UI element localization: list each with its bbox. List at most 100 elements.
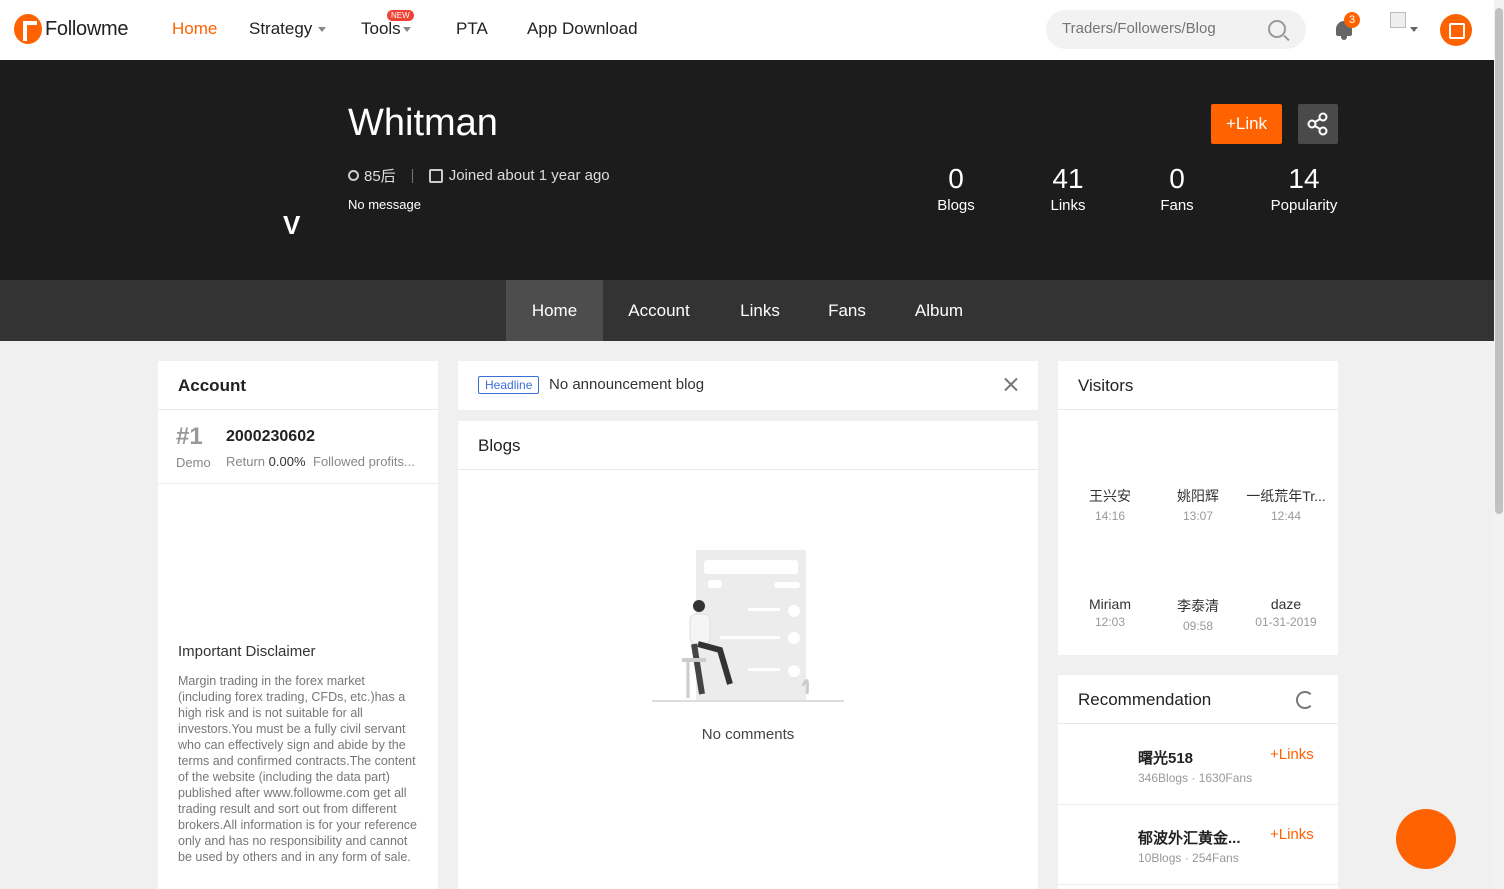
headline-text: No announcement blog (549, 376, 705, 393)
recommendation-name[interactable]: 曙光518 (1138, 747, 1193, 768)
recommendation-card: Recommendation 曙光518 346Blogs · 1630Fans… (1058, 675, 1338, 889)
add-link-button[interactable]: +Links (1270, 746, 1314, 763)
profile-name: Whitman (348, 102, 498, 144)
recommendation-item[interactable]: 曙光518 346Blogs · 1630Fans +Links (1058, 725, 1338, 805)
visitor-time: 12:44 (1270, 509, 1302, 523)
close-icon[interactable] (1004, 377, 1018, 391)
empty-state-illustration (652, 550, 844, 702)
nav-home[interactable]: Home (172, 19, 217, 39)
account-return: Return 0.00% (226, 454, 306, 469)
visitor-time: 14:16 (1094, 509, 1126, 523)
empty-state-text: No comments (701, 726, 795, 743)
tab-links[interactable]: Links (725, 280, 795, 341)
chevron-down-icon[interactable] (1410, 27, 1418, 32)
stat-links-value: 41 (1052, 163, 1084, 194)
add-link-button[interactable]: +Links (1270, 826, 1314, 843)
stat-links-label: Links (1050, 197, 1086, 214)
logo-text: Followme (45, 17, 129, 40)
new-badge: NEW (387, 10, 414, 21)
chevron-down-icon (318, 27, 327, 33)
calendar-icon (428, 168, 443, 183)
disclaimer-text: Margin trading in the forex market (incl… (178, 674, 417, 864)
tab-fans[interactable]: Fans (815, 280, 879, 341)
link-button[interactable]: +Link (1211, 104, 1282, 144)
followme-logo[interactable]: Followme (14, 14, 128, 44)
visitor-time: 01-31-2019 (1255, 615, 1317, 629)
blogs-card-title: Blogs (458, 421, 1038, 470)
floating-action-button[interactable] (1396, 809, 1456, 869)
top-navbar: Followme Home Strategy Tools NEW PTA App… (0, 0, 1494, 60)
stat-popularity-value: 14 (1288, 163, 1320, 194)
nav-tools-label: Tools (361, 19, 401, 38)
refresh-icon[interactable] (1296, 691, 1314, 709)
visitor-name: daze (1270, 596, 1302, 612)
profile-header: V Whitman 85后 Joined about 1 year ago No… (0, 60, 1494, 280)
recommendation-name[interactable]: 郁波外汇黄金... (1138, 827, 1241, 848)
visitor-name: 姚阳辉 (1177, 488, 1219, 504)
profile-generation: 85后 (364, 168, 396, 185)
profile-avatar-initial: V (283, 210, 301, 240)
divider (411, 168, 413, 183)
recommendation-item[interactable]: 郁波外汇黄金... 10Blogs · 254Fans +Links (1058, 805, 1338, 885)
profile-joined: Joined about 1 year ago (448, 167, 610, 184)
recommendation-stats: 10Blogs · 254Fans (1138, 851, 1239, 865)
visitor-time: 09:58 (1182, 619, 1214, 633)
visitor-item[interactable]: Miriam 12:03 (1066, 596, 1154, 629)
headline-card: Headline No announcement blog (458, 361, 1038, 410)
search-input[interactable] (1062, 20, 1252, 37)
stat-fans[interactable]: 0 Fans (1147, 163, 1207, 214)
write-post-button[interactable] (1440, 14, 1472, 46)
share-button[interactable] (1298, 104, 1338, 144)
account-card-title: Account (158, 361, 438, 410)
nav-pta[interactable]: PTA (456, 19, 488, 39)
account-type: Demo (176, 455, 211, 470)
search-box (1046, 10, 1306, 49)
stat-links[interactable]: 41 Links (1038, 163, 1098, 214)
logo-icon (14, 14, 42, 44)
tab-account[interactable]: Account (613, 280, 705, 341)
male-icon (348, 170, 359, 181)
nav-tools[interactable]: Tools (361, 19, 411, 39)
stat-blogs[interactable]: 0 Blogs (926, 163, 986, 214)
stat-popularity[interactable]: 14 Popularity (1264, 163, 1344, 214)
visitor-item[interactable]: 姚阳辉 13:07 (1154, 486, 1242, 523)
recommendation-stats: 346Blogs · 1630Fans (1138, 771, 1253, 785)
notification-badge: 3 (1344, 12, 1360, 28)
page-scrollbar[interactable] (1494, 0, 1504, 889)
visitor-item[interactable]: 李泰清 09:58 (1154, 596, 1242, 633)
search-icon[interactable] (1268, 20, 1286, 38)
visitor-item[interactable]: 一纸荒年Tr... 12:44 (1242, 486, 1330, 523)
visitor-name: 王兴安 (1089, 488, 1131, 504)
divider (158, 483, 438, 484)
visitor-name: 李泰清 (1177, 598, 1219, 614)
account-return-value: 0.00% (268, 454, 306, 469)
visitor-name: Miriam (1089, 596, 1131, 612)
visitor-name: 一纸荒年Tr... (1246, 488, 1326, 504)
visitors-card-title: Visitors (1058, 361, 1338, 410)
tab-home[interactable]: Home (506, 280, 603, 341)
nav-app-download[interactable]: App Download (527, 19, 638, 39)
visitors-card: Visitors 王兴安 14:16 姚阳辉 13:07 一纸荒年Tr... 1… (1058, 361, 1338, 655)
stat-blogs-value: 0 (948, 163, 964, 194)
disclaimer-title: Important Disclaimer (178, 643, 316, 660)
visitor-item[interactable]: 王兴安 14:16 (1066, 486, 1154, 523)
account-id[interactable]: 2000230602 (226, 428, 315, 446)
visitor-time: 13:07 (1182, 509, 1214, 523)
stat-popularity-label: Popularity (1270, 197, 1338, 214)
blogs-card: Blogs No comments (458, 421, 1038, 889)
stat-fans-label: Fans (1160, 197, 1194, 214)
avatar[interactable] (1390, 12, 1406, 28)
headline-tag: Headline (478, 376, 540, 394)
profile-tabs: Home Account Links Fans Album (0, 280, 1494, 341)
profile-message: No message (348, 197, 421, 212)
nav-strategy-label: Strategy (249, 19, 313, 38)
tab-album[interactable]: Album (899, 280, 979, 341)
stat-blogs-label: Blogs (937, 197, 975, 214)
nav-strategy[interactable]: Strategy (249, 19, 327, 39)
account-rank: #1 (176, 423, 203, 450)
scrollbar-thumb[interactable] (1495, 8, 1503, 514)
account-return-label: Return (226, 454, 266, 469)
profile-meta: 85后 Joined about 1 year ago (348, 165, 610, 186)
visitor-item[interactable]: daze 01-31-2019 (1242, 596, 1330, 629)
stat-fans-value: 0 (1169, 163, 1185, 194)
